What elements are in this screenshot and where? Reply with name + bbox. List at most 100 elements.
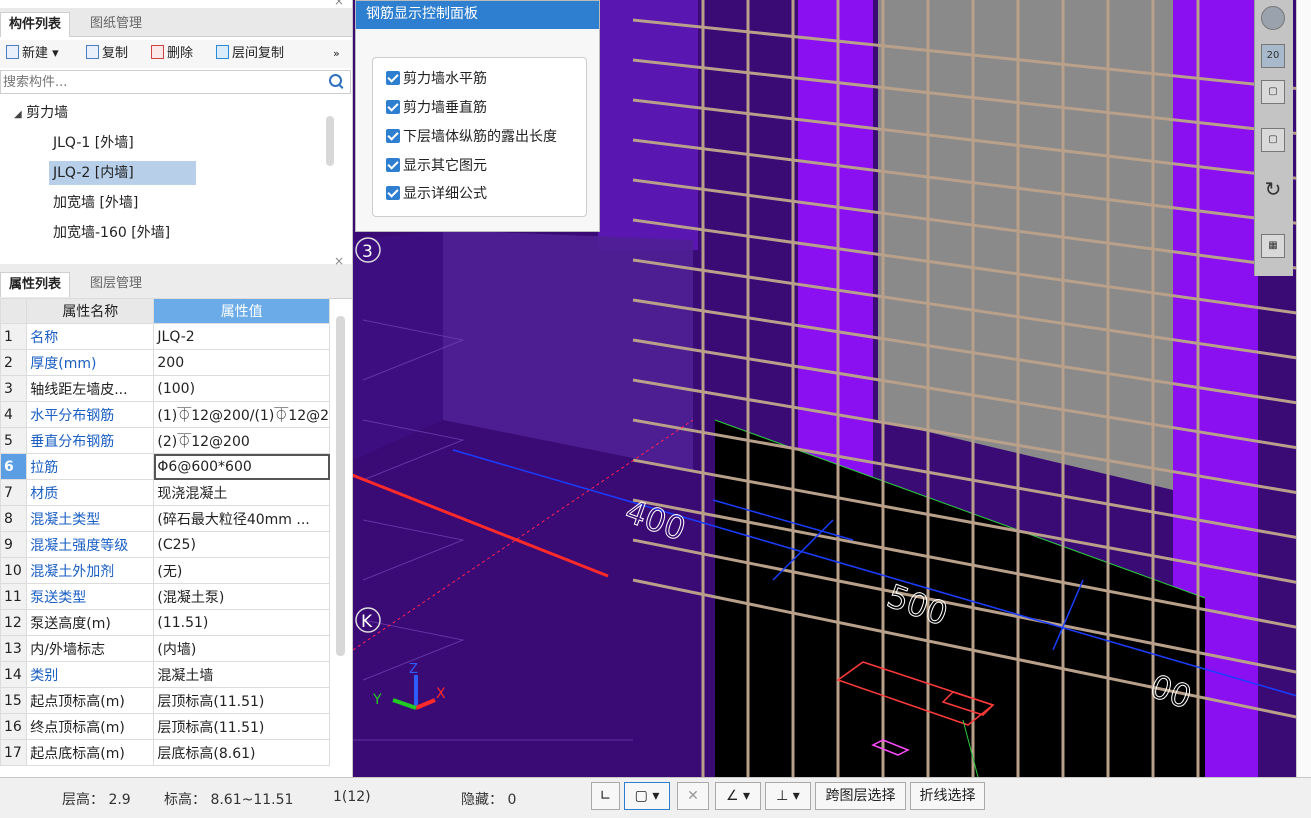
layers-grid-icon[interactable]: ▦: [1261, 234, 1285, 258]
left-panel: 构件列表 图纸管理 × 新建 ▾ 复制 删除 层间复制 » ◢ 剪力墙 JLQ-…: [0, 0, 353, 777]
option-show-formula[interactable]: 显示详细公式: [386, 184, 487, 204]
tree-item[interactable]: 加宽墙 [外墙]: [53, 191, 138, 215]
cross-select-icon[interactable]: ✕: [677, 782, 709, 810]
property-row[interactable]: 6 拉筋 Φ6@600*600: [0, 453, 330, 480]
property-value[interactable]: (碎石最大粒径40mm ...: [153, 505, 330, 532]
expand-triangle-icon[interactable]: ◢: [14, 109, 22, 120]
property-row[interactable]: 13 内/外墙标志 (内墙): [0, 635, 330, 662]
property-row[interactable]: 10 混凝土外加剂 (无): [0, 557, 330, 584]
property-table: 属性名称 属性值 1 名称 JLQ-2 2 厚度(mm) 200 3 轴线距左墙皮... (10…: [0, 298, 330, 766]
property-name: 名称: [26, 323, 155, 350]
delete-icon: [151, 45, 164, 59]
property-row[interactable]: 2 厚度(mm) 200: [0, 349, 330, 376]
property-row[interactable]: 5 垂直分布钢筋 (2)⏁12@200: [0, 427, 330, 454]
row-index: 7: [0, 479, 28, 506]
property-value[interactable]: (11.51): [153, 609, 330, 636]
property-row[interactable]: 7 材质 现浇混凝土: [0, 479, 330, 506]
row-index: 1: [0, 323, 28, 350]
option-label: 剪力墙垂直筋: [403, 100, 487, 116]
property-row[interactable]: 17 起点底标高(m) 层底标高(8.61): [0, 739, 330, 766]
tree-item[interactable]: JLQ-1 [外墙]: [53, 131, 134, 155]
tree-item-selected[interactable]: JLQ-2 [内墙]: [49, 161, 196, 185]
option-show-other-elements[interactable]: 显示其它图元: [386, 156, 487, 176]
checkbox-checked-icon[interactable]: [386, 100, 400, 114]
property-value[interactable]: 层顶标高(11.51): [153, 713, 330, 740]
property-value[interactable]: Φ6@600*600: [153, 453, 330, 480]
ortho-mode-button[interactable]: ∟: [591, 782, 620, 810]
orbit-icon[interactable]: [1261, 6, 1285, 30]
property-value[interactable]: 混凝土墙: [153, 661, 330, 688]
property-value[interactable]: 现浇混凝土: [153, 479, 330, 506]
property-value[interactable]: (内墙): [153, 635, 330, 662]
property-value[interactable]: (C25): [153, 531, 330, 558]
property-value[interactable]: (混凝土泵): [153, 583, 330, 610]
property-scrollbar[interactable]: [336, 316, 345, 656]
checkbox-checked-icon[interactable]: [386, 186, 400, 200]
control-panel-title[interactable]: 钢筋显示控制面板: [356, 1, 599, 29]
property-value[interactable]: (无): [153, 557, 330, 584]
new-button[interactable]: 新建 ▾: [6, 44, 59, 64]
property-row[interactable]: 3 轴线距左墙皮... (100): [0, 375, 330, 402]
property-value[interactable]: 层底标高(8.61): [153, 739, 330, 766]
property-value[interactable]: JLQ-2: [153, 323, 330, 350]
search-icon[interactable]: [329, 74, 342, 87]
tab-layer-manage[interactable]: 图层管理: [82, 272, 150, 296]
property-value[interactable]: (1)⏁12@200/(1)⏁12@2: [153, 401, 330, 428]
polyline-select-button[interactable]: 折线选择: [910, 782, 985, 810]
property-name: 终点顶标高(m): [26, 713, 155, 740]
property-name: 垂直分布钢筋: [26, 427, 155, 454]
property-row[interactable]: 15 起点顶标高(m) 层顶标高(11.51): [0, 687, 330, 714]
row-index: 14: [0, 661, 28, 688]
option-label: 下层墙体纵筋的露出长度: [403, 129, 557, 145]
annotation-arrow: [353, 473, 609, 578]
floor-copy-button[interactable]: 层间复制: [216, 44, 284, 64]
dim-label: 400: [620, 492, 690, 549]
axis-gizmo-icon: Z X Y: [372, 662, 446, 710]
property-row[interactable]: 14 类别 混凝土墙: [0, 661, 330, 688]
property-name: 厚度(mm): [26, 349, 155, 376]
option-lower-wall-exposed[interactable]: 下层墙体纵筋的露出长度: [386, 127, 557, 147]
cube-view-icon[interactable]: ▢: [1261, 80, 1285, 104]
property-row[interactable]: 8 混凝土类型 (碎石最大粒径40mm ...: [0, 505, 330, 532]
checkbox-checked-icon[interactable]: [386, 71, 400, 85]
checkbox-checked-icon[interactable]: [386, 158, 400, 172]
property-panel-close-icon[interactable]: ×: [334, 254, 344, 268]
tab-property-list[interactable]: 属性列表: [0, 272, 71, 297]
property-row[interactable]: 16 终点顶标高(m) 层顶标高(11.51): [0, 713, 330, 740]
copy-button[interactable]: 复制: [86, 44, 128, 64]
offset-button[interactable]: ⊥ ▾: [765, 782, 811, 810]
cube-side-icon[interactable]: ▢: [1261, 128, 1285, 152]
select-box-button[interactable]: ▢ ▾: [624, 782, 670, 810]
tree-root-shear-wall[interactable]: ◢ 剪力墙: [14, 101, 68, 125]
option-horizontal-rebar[interactable]: 剪力墙水平筋: [386, 69, 487, 89]
property-value[interactable]: (2)⏁12@200: [153, 427, 330, 454]
property-name: 混凝土类型: [26, 505, 155, 532]
cross-layer-select-button[interactable]: 跨图层选择: [815, 782, 906, 810]
delete-button[interactable]: 删除: [151, 44, 193, 64]
property-row[interactable]: 12 泵送高度(m) (11.51): [0, 609, 330, 636]
tree-item[interactable]: 加宽墙-160 [外墙]: [53, 221, 170, 245]
property-value[interactable]: 200: [153, 349, 330, 376]
component-search-box: [0, 70, 351, 94]
checkbox-checked-icon[interactable]: [386, 129, 400, 143]
angle-snap-button[interactable]: ∠ ▾: [715, 782, 761, 810]
property-row[interactable]: 11 泵送类型 (混凝土泵): [0, 583, 330, 610]
component-panel-close-icon[interactable]: ×: [334, 0, 344, 8]
rotate-icon[interactable]: ↻: [1261, 178, 1285, 202]
property-name: 轴线距左墙皮...: [26, 375, 155, 402]
property-value[interactable]: 层顶标高(11.51): [153, 687, 330, 714]
property-row[interactable]: 1 名称 JLQ-2: [0, 323, 330, 350]
tab-drawing-manage[interactable]: 图纸管理: [82, 12, 150, 36]
copy-icon: [86, 45, 99, 59]
tab-component-list[interactable]: 构件列表: [0, 12, 71, 37]
option-vertical-rebar[interactable]: 剪力墙垂直筋: [386, 98, 487, 118]
right-edge-panel: [1296, 0, 1311, 777]
property-row[interactable]: 9 混凝土强度等级 (C25): [0, 531, 330, 558]
property-value[interactable]: (100): [153, 375, 330, 402]
tree-scrollbar[interactable]: [326, 116, 334, 166]
row-index: 4: [0, 401, 28, 428]
component-search-input[interactable]: [1, 71, 315, 93]
zoom-level-button[interactable]: 20: [1261, 44, 1285, 68]
property-row[interactable]: 4 水平分布钢筋 (1)⏁12@200/(1)⏁12@2: [0, 401, 330, 428]
toolbar-more-button[interactable]: »: [333, 44, 340, 64]
